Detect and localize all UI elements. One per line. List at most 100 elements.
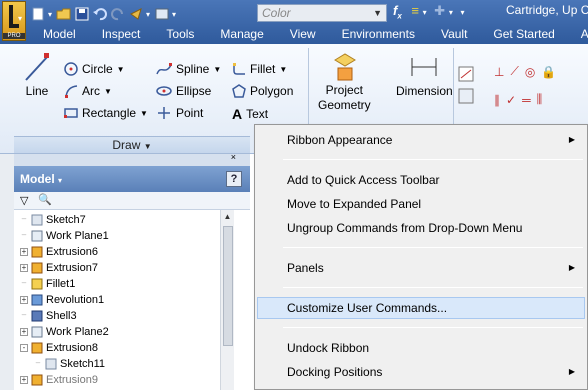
add-icon[interactable]: ✚ (434, 3, 445, 18)
tree-item-label: Fillet1 (46, 278, 76, 290)
chevron-down-icon[interactable]: ▾ (423, 8, 427, 17)
point-icon (158, 107, 170, 119)
tab-get-started[interactable]: Get Started (480, 25, 567, 44)
point-button[interactable]: Point (156, 106, 203, 120)
extrusion-icon (30, 373, 44, 387)
sketch-select-icon[interactable] (154, 6, 170, 22)
constraint-row-1: ⊥ ⟋ ◎ 🔒 (494, 64, 556, 79)
undo-icon[interactable] (92, 6, 108, 22)
text-button[interactable]: A Text (232, 106, 268, 122)
line-button[interactable]: Line (22, 52, 52, 98)
ellipse-button[interactable]: Ellipse (156, 84, 211, 98)
tree-item[interactable]: + Extrusion9 (20, 372, 98, 388)
chevron-down-icon: ▼ (143, 142, 152, 151)
tree-item[interactable]: – Fillet1 (20, 276, 76, 292)
tab-inspect[interactable]: Inspect (89, 25, 154, 44)
customize-qat-icon[interactable]: ▾ (460, 8, 464, 17)
chevron-down-icon: ▼ (213, 64, 222, 74)
menu-item-docking-positions[interactable]: Docking Positions ▶ (257, 361, 585, 383)
tree-item[interactable]: + Work Plane2 (20, 324, 109, 340)
menu-item-customize-user-commands[interactable]: Customize User Commands... (257, 297, 585, 319)
tree-item[interactable]: - Extrusion8 (20, 340, 98, 356)
fix-constraint-icon[interactable]: 🔒 (541, 65, 556, 79)
expand-icon[interactable]: + (20, 296, 28, 304)
tree-item[interactable]: + Extrusion6 (20, 244, 98, 260)
select-mode-icon[interactable] (128, 6, 144, 22)
tab-add-ins[interactable]: Add-I (568, 25, 588, 44)
project-geometry-button[interactable]: Project Geometry (318, 52, 371, 112)
help-icon[interactable]: ? (226, 171, 242, 187)
color-override-dropdown[interactable]: Color ▼ (257, 4, 387, 22)
redo-icon[interactable] (110, 6, 126, 22)
window-title: Cartridge, Up C (506, 3, 588, 17)
menu-item-label: Docking Positions (287, 365, 383, 379)
close-icon[interactable]: × (231, 152, 236, 162)
tangent-constraint-icon[interactable]: ⟋ (510, 64, 518, 79)
chevron-down-icon[interactable]: ▾ (172, 10, 176, 19)
rectangle-button[interactable]: Rectangle ▼ (64, 106, 148, 120)
menu-item-ungroup-commands-from-drop-down-menu[interactable]: Ungroup Commands from Drop-Down Menu (257, 217, 585, 239)
arc-button[interactable]: Arc ▼ (64, 84, 112, 98)
tab-vault[interactable]: Vault (428, 25, 480, 44)
tab-tools[interactable]: Tools (153, 25, 207, 44)
menu-item-ribbon-appearance[interactable]: Ribbon Appearance ▶ (257, 129, 585, 151)
menu-item-undock-ribbon[interactable]: Undock Ribbon (257, 337, 585, 359)
new-file-icon[interactable] (30, 6, 46, 22)
draw-panel-footer[interactable]: Draw ▼ (14, 136, 250, 153)
collapse-icon[interactable]: - (20, 344, 28, 352)
expand-icon[interactable]: + (20, 376, 28, 384)
menu-item-add-to-quick-access-toolbar[interactable]: Add to Quick Access Toolbar (257, 169, 585, 191)
check-constraint-icon[interactable]: ✓ (506, 93, 516, 107)
scrollbar-thumb[interactable] (223, 226, 233, 346)
tree-item[interactable]: – Work Plane1 (20, 228, 109, 244)
tree-item[interactable]: – Sketch11 (34, 356, 105, 372)
polygon-label: Polygon (250, 84, 294, 98)
open-folder-icon[interactable] (56, 6, 72, 22)
fillet-button[interactable]: Fillet ▼ (232, 62, 287, 76)
dimension-button[interactable]: Dimension (396, 52, 453, 98)
model-browser-header[interactable]: Model ▾ ? (14, 166, 250, 192)
measure-icon[interactable]: ≡ (411, 3, 419, 18)
polygon-button[interactable]: Polygon (232, 84, 293, 98)
tab-model[interactable]: Model (30, 25, 89, 44)
vertical-constraint-icon[interactable]: ⫼ (537, 92, 543, 107)
tree-item-label: Work Plane1 (46, 230, 109, 242)
filter-icon[interactable]: ▽ (20, 194, 28, 207)
tree-item[interactable]: – Shell3 (20, 308, 77, 324)
expand-icon[interactable]: + (20, 248, 28, 256)
find-icon[interactable]: 🔍 (38, 193, 52, 206)
chevron-down-icon[interactable]: ▾ (48, 10, 52, 19)
rectangle-icon (64, 108, 78, 118)
extrusion-icon (30, 261, 44, 275)
tree-item[interactable]: – Sketch7 (20, 212, 86, 228)
expand-icon[interactable]: + (20, 264, 28, 272)
chevron-down-icon[interactable]: ▾ (449, 8, 453, 17)
browser-scrollbar[interactable]: ▲ (220, 210, 234, 390)
chevron-down-icon[interactable]: ▾ (146, 10, 150, 19)
perpendicular-constraint-icon[interactable]: ⊥ (494, 65, 504, 79)
save-icon[interactable] (74, 6, 90, 22)
tab-manage[interactable]: Manage (207, 25, 276, 44)
equal-constraint-icon[interactable]: ═ (522, 93, 531, 107)
auto-dimension-button[interactable] (458, 66, 474, 82)
show-constraints-button[interactable] (458, 88, 474, 104)
color-placeholder: Color (262, 6, 291, 20)
circle-button[interactable]: Circle ▼ (64, 62, 125, 76)
menu-item-panels[interactable]: Panels ▶ (257, 257, 585, 279)
tab-environments[interactable]: Environments (329, 25, 428, 44)
spline-button[interactable]: Spline ▼ (156, 62, 221, 76)
tree-item[interactable]: + Extrusion7 (20, 260, 98, 276)
browser-grip[interactable]: × (14, 152, 250, 166)
expand-icon[interactable]: + (20, 328, 28, 336)
tab-view[interactable]: View (277, 25, 329, 44)
tree-item[interactable]: + Revolution1 (20, 292, 104, 308)
scroll-up-icon[interactable]: ▲ (221, 210, 234, 224)
application-menu-button[interactable]: ▾ PRO (2, 1, 26, 41)
arc-icon (65, 85, 78, 98)
fx-subscript: x (397, 11, 402, 21)
parallel-constraint-icon[interactable]: ∥ (494, 93, 500, 107)
parameters-button[interactable]: fx ≡ ▾ ✚ ▾ ▾ (393, 3, 464, 21)
tree-line-icon: – (35, 358, 41, 367)
coincident-constraint-icon[interactable]: ◎ (525, 65, 535, 79)
menu-item-move-to-expanded-panel[interactable]: Move to Expanded Panel (257, 193, 585, 215)
